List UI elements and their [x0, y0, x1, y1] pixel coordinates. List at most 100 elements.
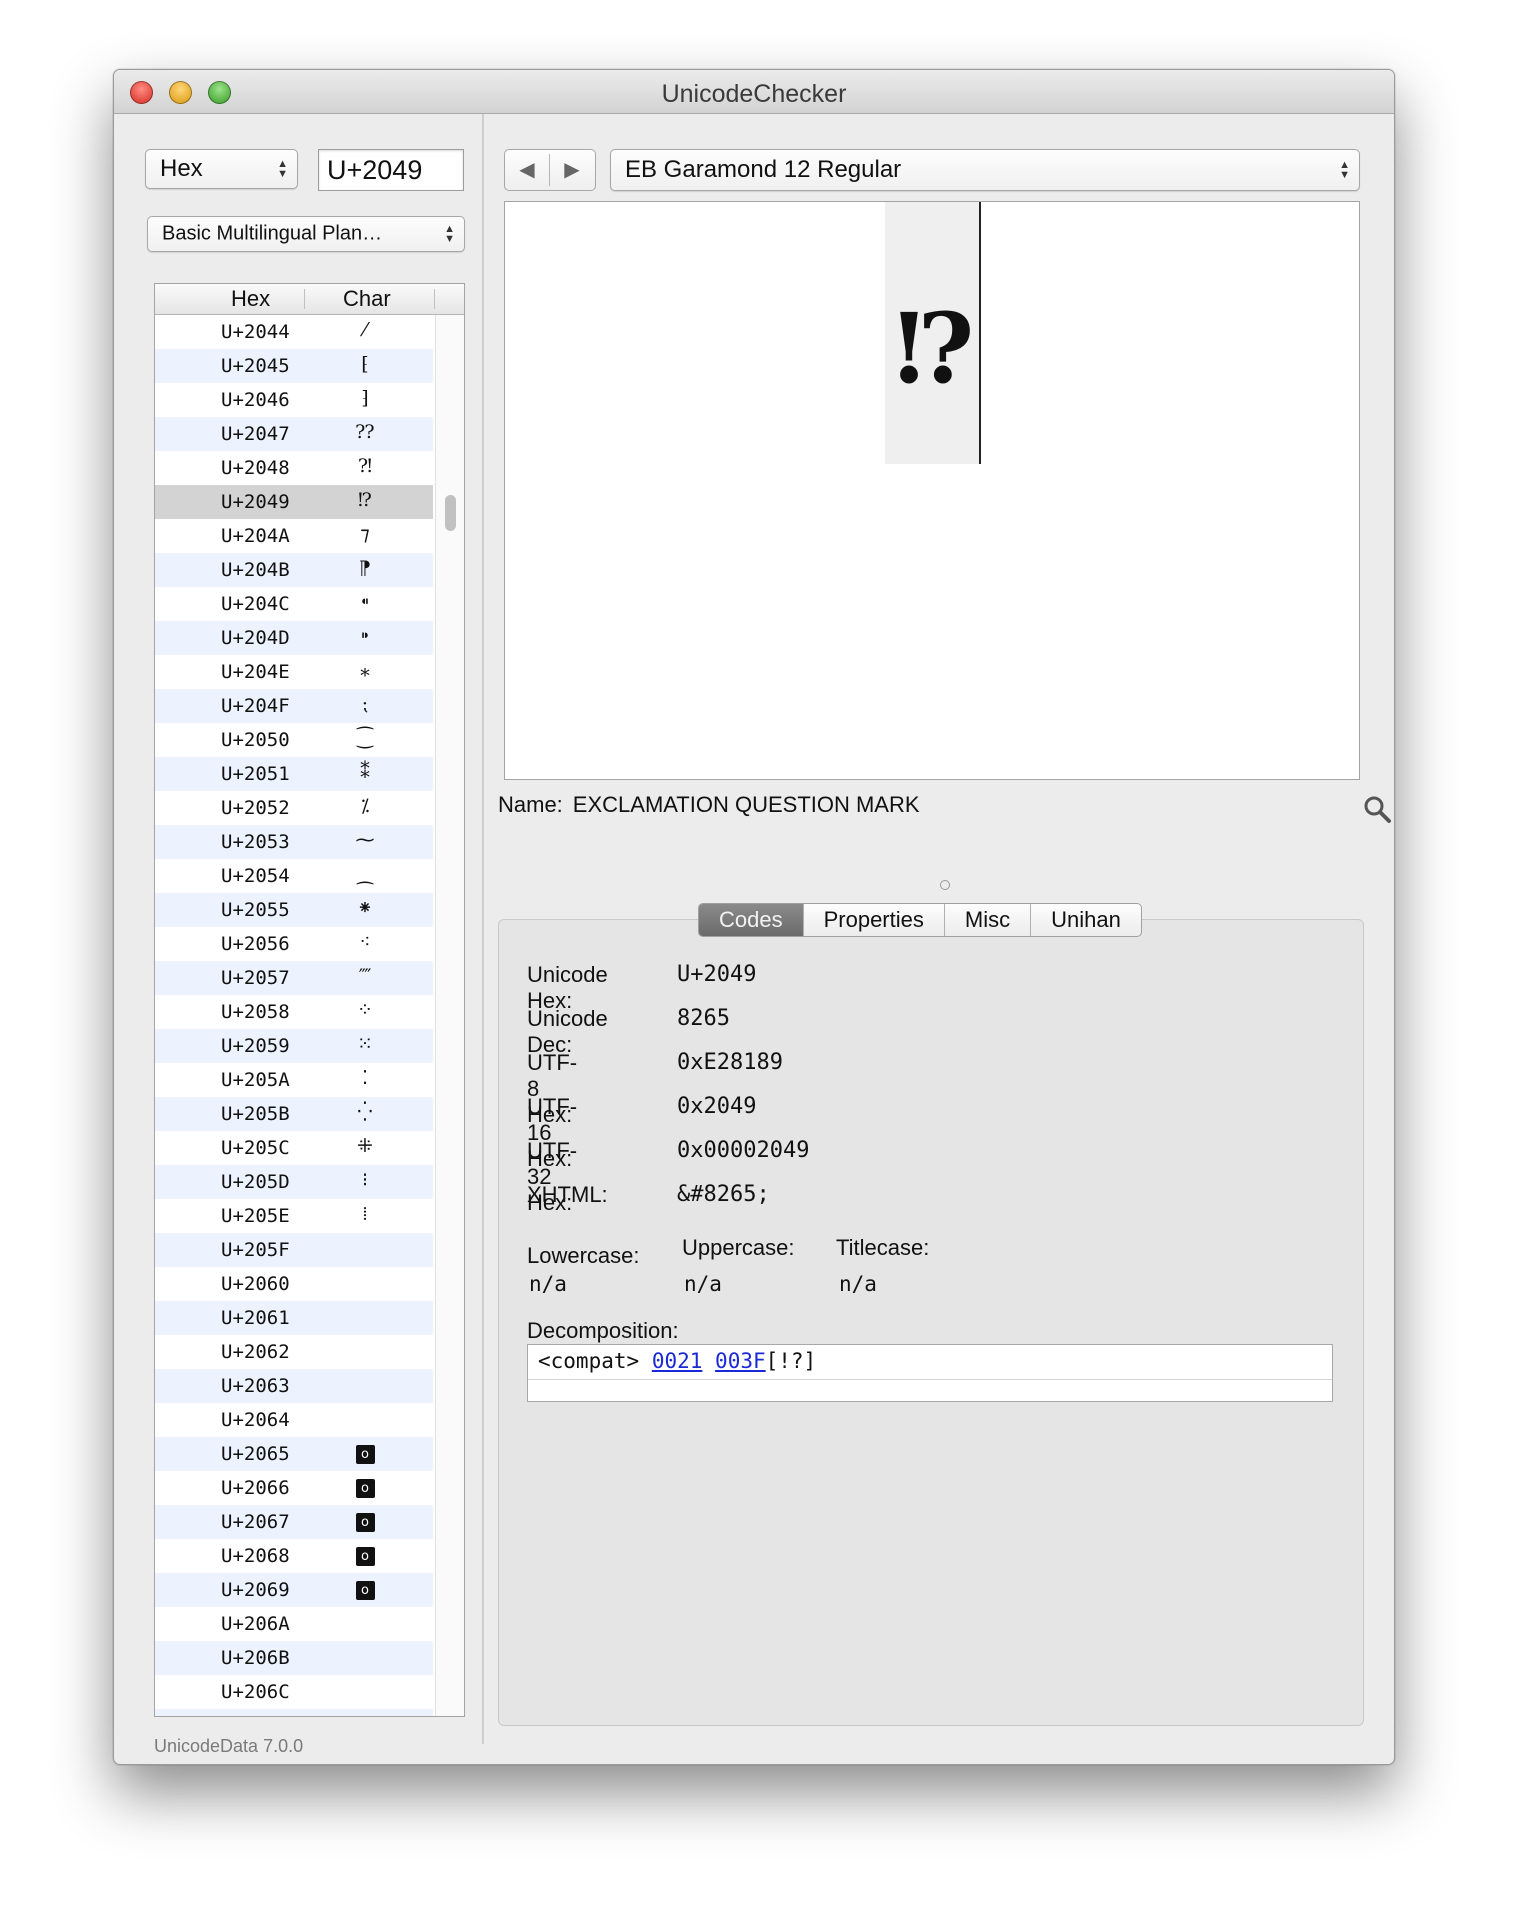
list-row[interactable]: U+2046 ⁆	[155, 383, 433, 417]
forward-button[interactable]: ▶	[550, 150, 594, 190]
row-char: ⁑	[360, 761, 370, 783]
row-char: o	[353, 1543, 377, 1566]
list-row[interactable]: U+2056 ⁖	[155, 927, 433, 961]
list-row[interactable]: U+2066 o	[155, 1471, 433, 1505]
list-row[interactable]: U+2055 ⁕	[155, 893, 433, 927]
list-row[interactable]: U+2067 o	[155, 1505, 433, 1539]
row-char: ⁙	[357, 1033, 373, 1055]
column-header-char[interactable]: Char	[343, 286, 391, 312]
column-header-hex[interactable]: Hex	[231, 286, 270, 312]
list-row[interactable]: U+206C	[155, 1675, 433, 1709]
row-hex: U+205E	[221, 1205, 290, 1227]
list-row[interactable]: U+204D ⁍	[155, 621, 433, 655]
row-hex: U+2047	[221, 423, 290, 445]
row-char: ⁚	[361, 1067, 369, 1089]
row-hex: U+2068	[221, 1545, 290, 1567]
list-row[interactable]: U+205C ⁜	[155, 1131, 433, 1165]
list-row[interactable]: U+2061	[155, 1301, 433, 1335]
list-row[interactable]: U+204F ⁏	[155, 689, 433, 723]
decomposition-link-0021[interactable]: 0021	[652, 1349, 703, 1373]
list-row[interactable]: U+206A	[155, 1607, 433, 1641]
row-hex: U+2066	[221, 1477, 290, 1499]
list-row[interactable]: U+205A ⁚	[155, 1063, 433, 1097]
list-row[interactable]: U+2065 o	[155, 1437, 433, 1471]
popup-arrows-icon: ▲ ▼	[444, 223, 455, 245]
font-popup-label: EB Garamond 12 Regular	[625, 156, 902, 183]
column-divider	[304, 289, 305, 309]
list-row[interactable]: U+205F	[155, 1233, 433, 1267]
row-hex: U+204D	[221, 627, 290, 649]
list-row[interactable]: U+2045 ⁅	[155, 349, 433, 383]
missing-glyph-box-icon: o	[355, 1581, 375, 1600]
back-button[interactable]: ◀	[505, 150, 549, 190]
list-row[interactable]: U+206D	[155, 1709, 433, 1716]
list-row[interactable]: U+2044 ⁄	[155, 315, 433, 349]
popup-arrows-icon: ▲ ▼	[277, 158, 288, 180]
list-row[interactable]: U+2058 ⁘	[155, 995, 433, 1029]
list-row[interactable]: U+2050 ⁐	[155, 723, 433, 757]
list-row[interactable]: U+2047 ⁇	[155, 417, 433, 451]
list-row[interactable]: U+2051 ⁑	[155, 757, 433, 791]
list-row[interactable]: U+2064	[155, 1403, 433, 1437]
row-hex: U+2064	[221, 1409, 290, 1431]
list-row[interactable]: U+204A ⁊	[155, 519, 433, 553]
row-hex: U+2055	[221, 899, 290, 921]
row-hex: U+2069	[221, 1579, 290, 1601]
split-divider[interactable]	[482, 114, 484, 1744]
decomposition-box[interactable]: <compat> 0021 003F[!?]	[527, 1344, 1333, 1402]
row-hex: U+2051	[221, 763, 290, 785]
list-row[interactable]: U+2068 o	[155, 1539, 433, 1573]
list-row[interactable]: U+2053 ⁓	[155, 825, 433, 859]
row-hex: U+204C	[221, 593, 290, 615]
list-row[interactable]: U+204C ⁌	[155, 587, 433, 621]
tab-misc[interactable]: Misc	[945, 904, 1032, 936]
row-hex: U+2044	[221, 321, 290, 343]
row-hex: U+2049	[221, 491, 290, 513]
row-hex: U+204A	[221, 525, 290, 547]
glyph-preview: ⁉	[504, 201, 1360, 780]
list-row[interactable]: U+2059 ⁙	[155, 1029, 433, 1063]
code-input[interactable]: U+2049	[318, 149, 464, 191]
uppercase-value: n/a	[684, 1272, 722, 1296]
list-row[interactable]: U+205B ⁛	[155, 1097, 433, 1131]
tab-codes[interactable]: Codes	[699, 904, 804, 936]
list-row[interactable]: U+2063	[155, 1369, 433, 1403]
row-hex: U+205F	[221, 1239, 290, 1261]
row-char: o	[353, 1509, 377, 1532]
font-popup[interactable]: EB Garamond 12 Regular ▲ ▼	[610, 149, 1360, 191]
row-hex: U+2045	[221, 355, 290, 377]
list-row[interactable]: U+2057 ⁗	[155, 961, 433, 995]
list-row[interactable]: U+2052 ⁒	[155, 791, 433, 825]
character-list[interactable]: Hex Char U+2044 ⁄ U+2045 ⁅ U+2046 ⁆ U+2047 ⁇ U+2…	[154, 283, 465, 1717]
name-label: Name:	[498, 792, 563, 817]
list-row[interactable]: U+206B	[155, 1641, 433, 1675]
decomposition-tag: <compat>	[538, 1349, 640, 1373]
info-tabs: Codes Properties Misc Unihan	[698, 903, 1142, 937]
magnifier-icon[interactable]	[1362, 794, 1392, 824]
list-row[interactable]: U+204E ⁎	[155, 655, 433, 689]
list-row[interactable]: U+2069 o	[155, 1573, 433, 1607]
list-row[interactable]: U+2049 ⁉	[155, 485, 433, 519]
split-view-handle[interactable]	[940, 880, 950, 890]
list-row[interactable]: U+2048 ⁈	[155, 451, 433, 485]
list-row[interactable]: U+205E ⁞	[155, 1199, 433, 1233]
list-row[interactable]: U+2054 ⁔	[155, 859, 433, 893]
popup-arrows-icon: ▲ ▼	[1339, 159, 1350, 181]
list-row[interactable]: U+2062	[155, 1335, 433, 1369]
list-scrollbar[interactable]	[435, 315, 464, 1716]
block-popup[interactable]: Basic Multilingual Plan… ▲ ▼	[147, 216, 465, 252]
row-hex: U+205A	[221, 1069, 290, 1091]
missing-glyph-box-icon: o	[355, 1513, 375, 1532]
scrollbar-thumb[interactable]	[445, 495, 456, 531]
list-row[interactable]: U+205D ⁝	[155, 1165, 433, 1199]
list-row[interactable]: U+204B ⁋	[155, 553, 433, 587]
decomposition-link-003f[interactable]: 003F	[715, 1349, 766, 1373]
list-row[interactable]: U+2060	[155, 1267, 433, 1301]
format-popup[interactable]: Hex ▲ ▼	[145, 149, 298, 189]
row-char: ⁍	[360, 625, 370, 647]
tab-unihan[interactable]: Unihan	[1031, 904, 1141, 936]
row-char: ⁄	[363, 319, 367, 341]
decomposition-divider	[528, 1379, 1332, 1380]
tab-properties[interactable]: Properties	[804, 904, 945, 936]
character-name-row: Name: EXCLAMATION QUESTION MARK	[498, 792, 920, 818]
